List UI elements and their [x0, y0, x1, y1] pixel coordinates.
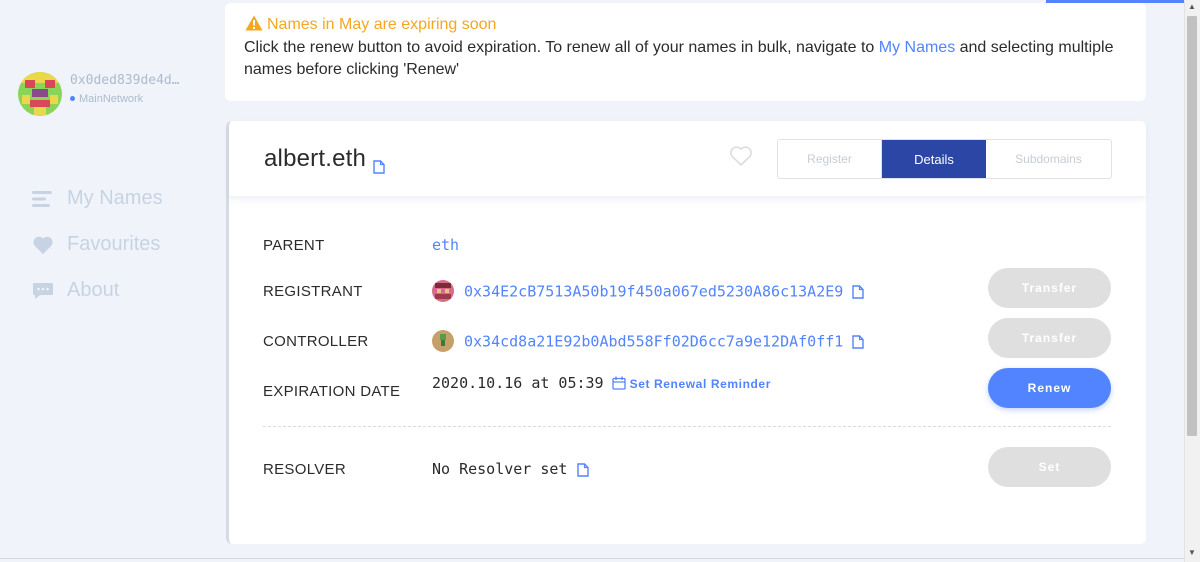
- list-icon: [32, 189, 54, 209]
- copy-icon[interactable]: [852, 285, 865, 299]
- card-header: albert.eth Register Details Subdomains: [229, 121, 1146, 197]
- account-avatar: [18, 72, 62, 116]
- warning-title: Names in May are expiring soon: [245, 15, 496, 34]
- account-address: 0x0ded839de4d…: [70, 73, 180, 88]
- sidebar-item-label: About: [67, 279, 120, 301]
- copy-icon[interactable]: [576, 462, 589, 477]
- copy-icon[interactable]: [852, 335, 865, 349]
- favourite-heart-icon[interactable]: [729, 145, 753, 167]
- registrant-value: 0x34E2cB7513A50b19f450a067ed5230A86c13A2…: [432, 280, 865, 303]
- registrant-label: REGISTRANT: [263, 283, 363, 300]
- sidebar-item-label: Favourites: [67, 233, 161, 255]
- resolver-label: RESOLVER: [263, 461, 346, 478]
- warning-message: Click the renew button to avoid expirati…: [244, 37, 1124, 81]
- tab-register[interactable]: Register: [778, 140, 882, 178]
- expiration-value: 2020.10.16 at 05:39 Set Renewal Reminder: [432, 374, 771, 392]
- tab-details[interactable]: Details: [882, 140, 986, 178]
- expiration-label: EXPIRATION DATE: [263, 383, 401, 400]
- network-status-dot: [70, 95, 75, 101]
- my-names-link[interactable]: My Names: [879, 39, 955, 56]
- controller-transfer-button[interactable]: Transfer: [988, 318, 1111, 358]
- tab-subdomains[interactable]: Subdomains: [986, 140, 1111, 178]
- sidebar-item-label: My Names: [67, 187, 163, 209]
- renew-button[interactable]: Renew: [988, 368, 1111, 408]
- controller-avatar: [432, 330, 454, 352]
- sidebar-item-my-names[interactable]: My Names: [30, 184, 210, 214]
- registrant-transfer-button[interactable]: Transfer: [988, 268, 1111, 308]
- warning-title-text: Names in May are expiring soon: [267, 16, 497, 33]
- section-divider: [263, 426, 1111, 427]
- warning-text-before: Click the renew button to avoid expirati…: [244, 39, 879, 56]
- expiration-date: 2020.10.16 at 05:39: [432, 374, 604, 392]
- expiry-warning-banner: Names in May are expiring soon Click the…: [225, 3, 1146, 101]
- scrollbar-thumb[interactable]: [1187, 16, 1197, 436]
- scroll-down-arrow-icon[interactable]: ▼: [1184, 546, 1200, 560]
- parent-label: PARENT: [263, 237, 325, 254]
- sidebar-item-favourites[interactable]: Favourites: [30, 230, 210, 260]
- resolver-set-button[interactable]: Set: [988, 447, 1111, 487]
- calendar-icon[interactable]: [611, 376, 626, 390]
- controller-label: CONTROLLER: [263, 333, 369, 350]
- heart-icon: [32, 235, 54, 255]
- parent-link[interactable]: eth: [432, 236, 459, 254]
- domain-name: albert.eth: [264, 145, 367, 172]
- set-renewal-reminder-link[interactable]: Set Renewal Reminder: [630, 377, 771, 391]
- network-name: MainNetwork: [79, 93, 144, 105]
- chat-icon: [32, 281, 54, 301]
- resolver-text: No Resolver set: [432, 460, 568, 478]
- account-widget[interactable]: 0x0ded839de4d… MainNetwork: [18, 72, 218, 118]
- resolver-value: No Resolver set: [432, 460, 589, 478]
- page-bottom-border: [0, 558, 1184, 559]
- controller-value: 0x34cd8a21E92b0Abd558Ff02D6cc7a9e12DAf0f…: [432, 330, 865, 353]
- network-indicator: MainNetwork: [70, 93, 143, 105]
- warning-icon: [245, 15, 263, 31]
- registrant-address-link[interactable]: 0x34E2cB7513A50b19f450a067ed5230A86c13A2…: [464, 283, 843, 301]
- parent-value: eth: [432, 236, 459, 254]
- scroll-up-arrow-icon[interactable]: ▲: [1184, 0, 1200, 14]
- domain-title: albert.eth: [264, 145, 385, 174]
- name-details-card: albert.eth Register Details Subdomains P…: [226, 121, 1146, 544]
- controller-address-link[interactable]: 0x34cd8a21E92b0Abd558Ff02D6cc7a9e12DAf0f…: [464, 333, 843, 351]
- domain-tabs: Register Details Subdomains: [777, 139, 1112, 179]
- vertical-scrollbar[interactable]: ▲ ▼: [1184, 0, 1200, 562]
- registrant-avatar: [432, 280, 454, 302]
- sidebar-item-about[interactable]: About: [30, 276, 210, 306]
- copy-icon[interactable]: [373, 153, 385, 174]
